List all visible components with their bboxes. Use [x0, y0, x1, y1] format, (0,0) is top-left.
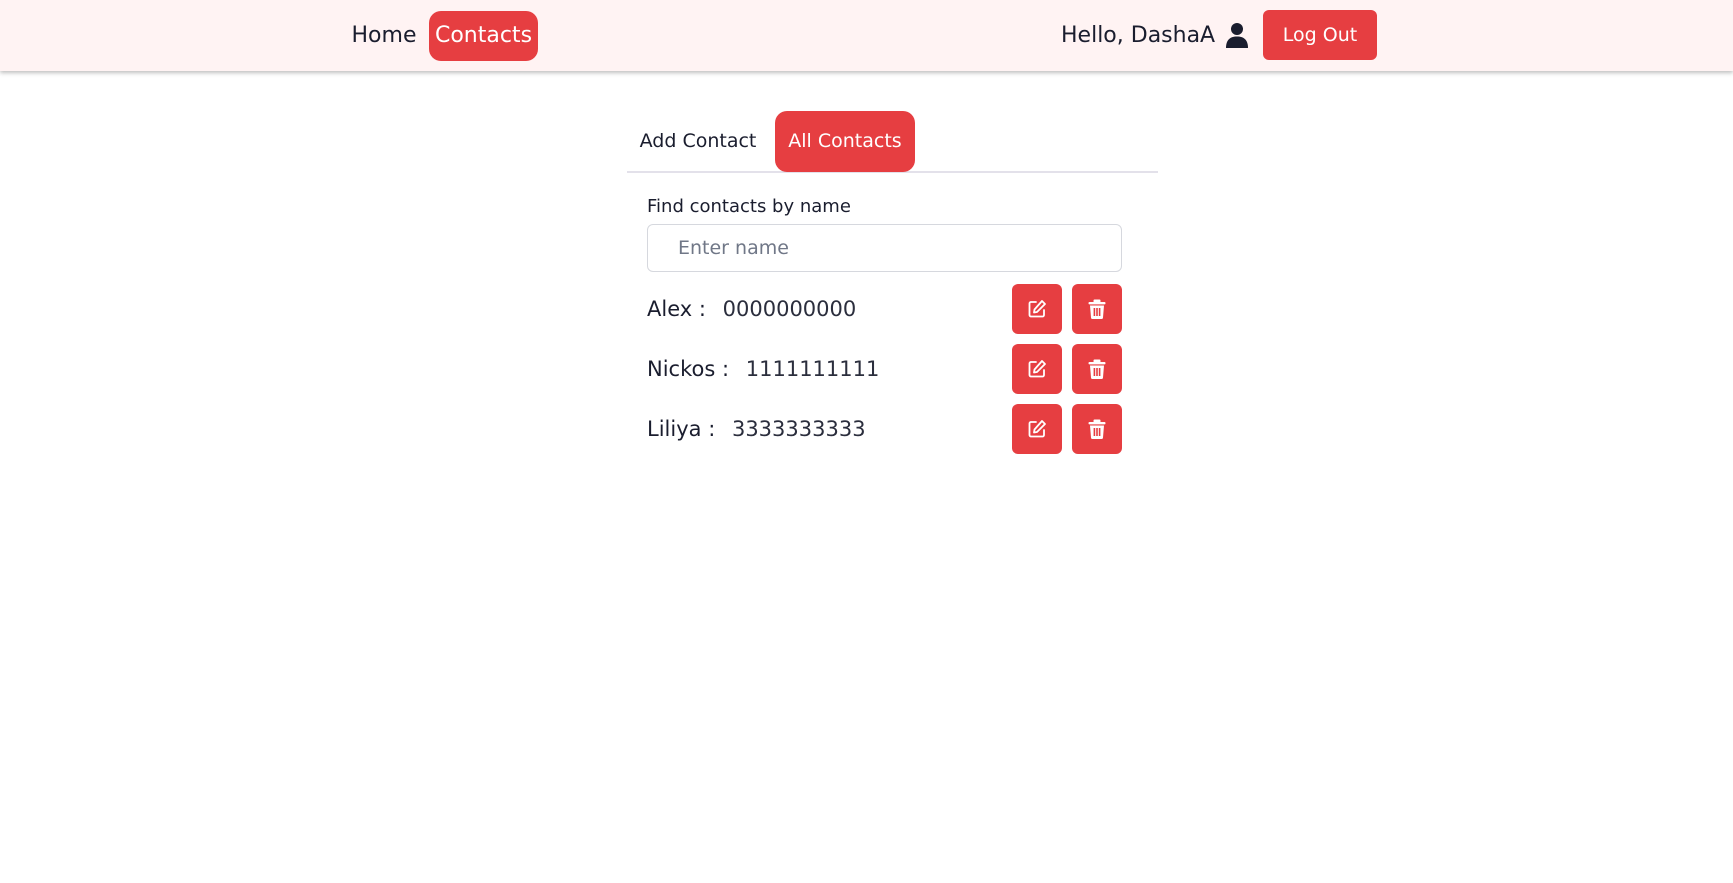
contact-phone: 0000000000 — [722, 297, 857, 321]
nav-contacts-link[interactable]: Contacts — [429, 11, 538, 61]
edit-contact-button[interactable] — [1012, 284, 1062, 334]
trash-icon — [1088, 299, 1106, 319]
edit-icon — [1028, 300, 1046, 318]
user-icon — [1225, 22, 1249, 48]
contact-item: Liliya : 3333333333 — [647, 404, 1122, 454]
contact-phone: 3333333333 — [731, 417, 866, 441]
tab-add-contact[interactable]: Add Contact — [627, 111, 769, 172]
user-greeting: Hello, DashaA — [1061, 18, 1249, 52]
edit-contact-button[interactable] — [1012, 404, 1062, 454]
contact-name: Liliya — [647, 417, 702, 441]
contact-name: Nickos — [647, 357, 716, 381]
contact-item: Alex : 0000000000 — [647, 284, 1122, 334]
greeting-text: Hello, DashaA — [1061, 22, 1216, 48]
filter-label: Find contacts by name — [647, 196, 851, 217]
logout-button[interactable]: Log Out — [1263, 10, 1377, 60]
delete-contact-button[interactable] — [1072, 344, 1122, 394]
contact-info: Liliya : 3333333333 — [647, 404, 866, 454]
contact-separator: : — [698, 297, 706, 321]
contact-separator: : — [708, 417, 716, 441]
trash-icon — [1088, 359, 1106, 379]
edit-icon — [1028, 420, 1046, 438]
tab-all-contacts[interactable]: All Contacts — [775, 111, 915, 172]
trash-icon — [1088, 419, 1106, 439]
delete-contact-button[interactable] — [1072, 404, 1122, 454]
edit-contact-button[interactable] — [1012, 344, 1062, 394]
nav-home-link[interactable]: Home — [346, 11, 422, 61]
contact-name: Alex — [647, 297, 693, 321]
filter-name-input[interactable] — [647, 224, 1122, 272]
delete-contact-button[interactable] — [1072, 284, 1122, 334]
contact-info: Alex : 0000000000 — [647, 284, 856, 334]
contact-info: Nickos : 1111111111 — [647, 344, 879, 394]
edit-icon — [1028, 360, 1046, 378]
top-navbar: Home Contacts Hello, DashaA Log Out — [0, 0, 1733, 71]
contact-phone: 1111111111 — [745, 357, 880, 381]
contact-separator: : — [721, 357, 730, 381]
contacts-tabs: Add Contact All Contacts — [627, 111, 1158, 173]
contact-item: Nickos : 1111111111 — [647, 344, 1122, 394]
